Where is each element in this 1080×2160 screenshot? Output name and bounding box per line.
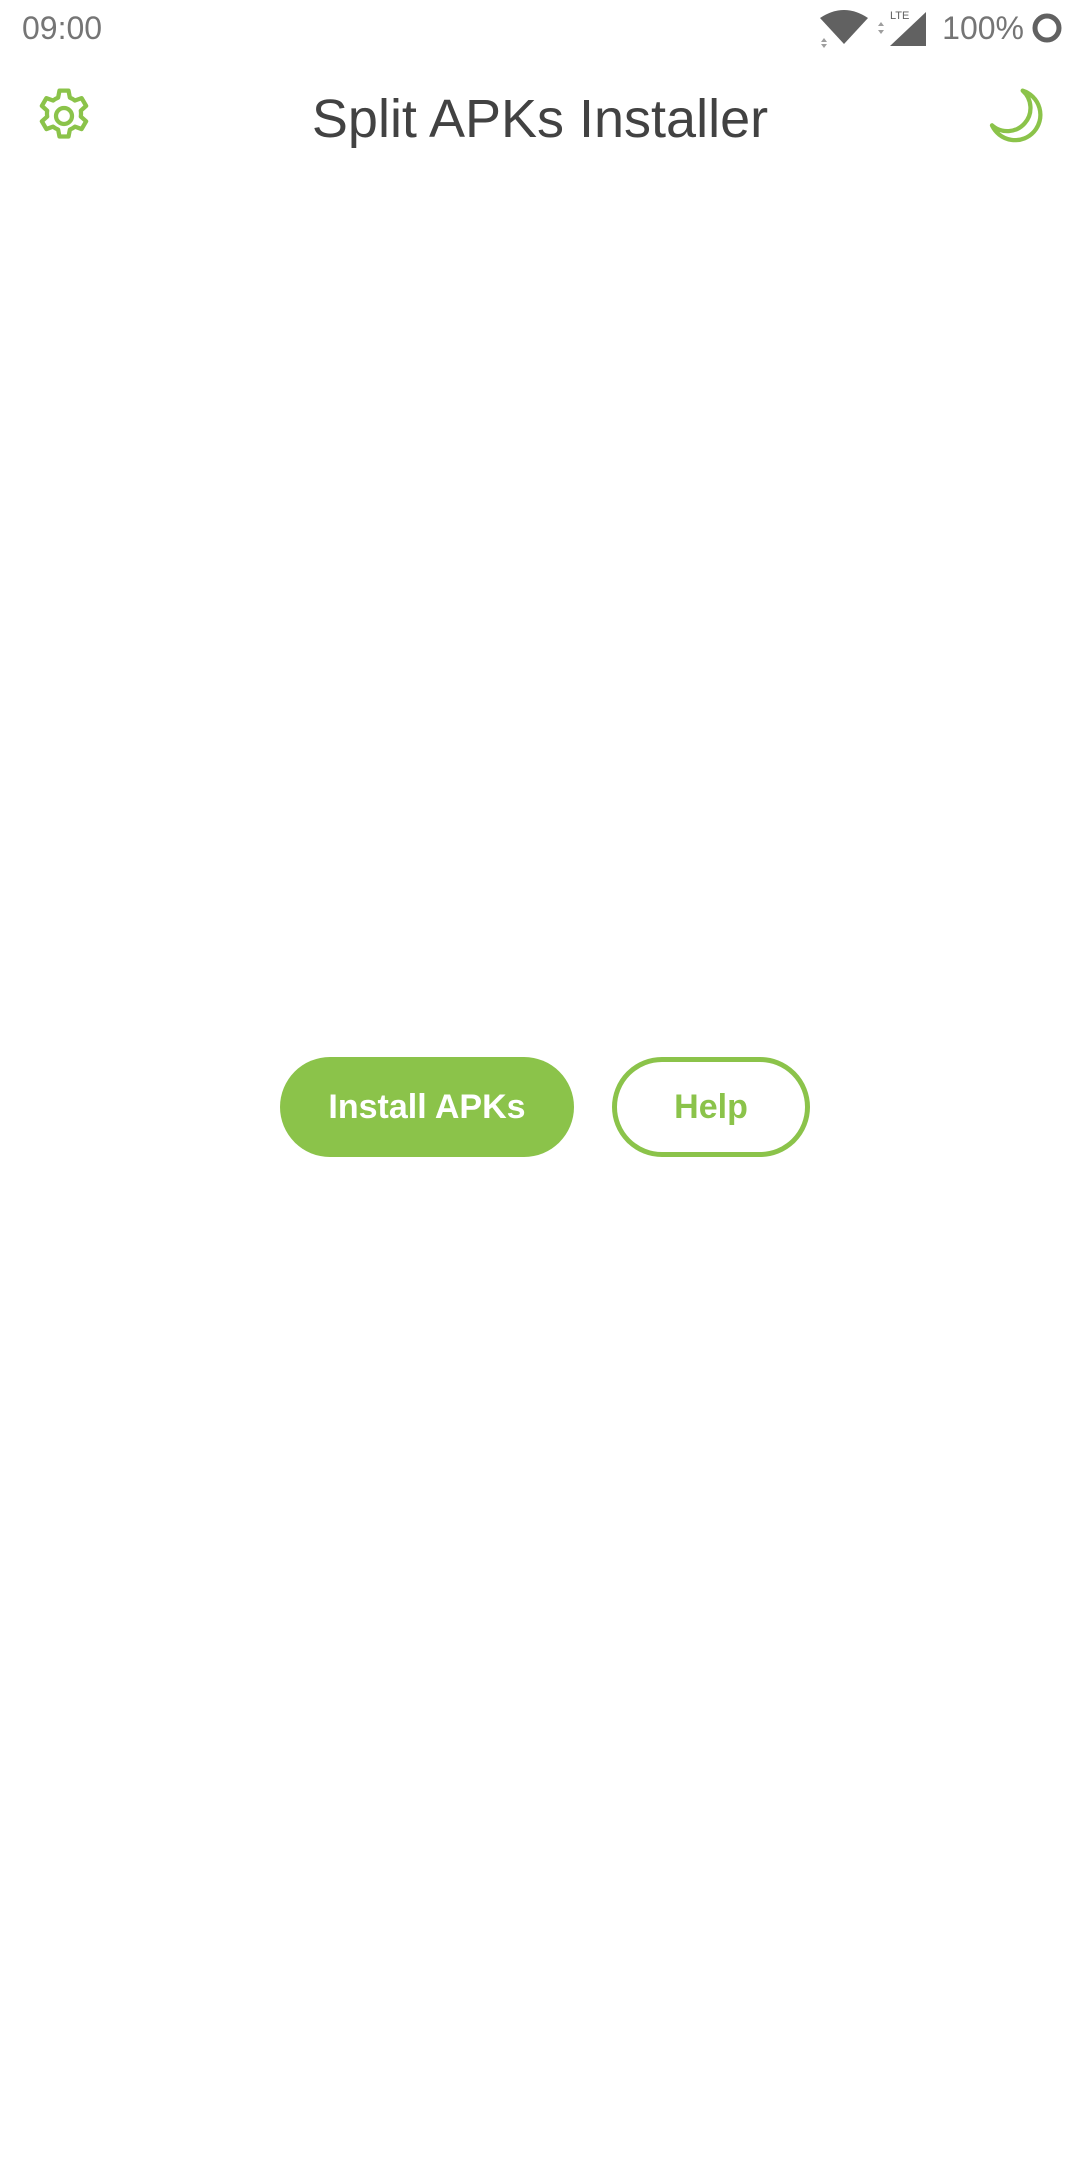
help-button[interactable]: Help [612,1057,810,1157]
install-apks-button[interactable]: Install APKs [280,1057,574,1157]
theme-toggle-button[interactable] [976,78,1056,158]
status-icons: LTE 100% [818,6,1064,50]
battery-saver-icon [1030,11,1064,45]
lte-label: LTE [890,10,909,22]
app-title: Split APKs Installer [311,89,769,149]
status-time: 09:00 [22,10,103,46]
lte-signal-icon: LTE [876,8,928,48]
app-bar: Split APKs Installer [0,56,1080,180]
wifi-icon [818,8,870,48]
battery-percent: 100% [942,10,1024,46]
moon-icon [984,84,1048,153]
status-bar: 09:00 LTE 100% [0,0,1080,56]
action-buttons: Install APKs Help [0,1057,1080,1157]
